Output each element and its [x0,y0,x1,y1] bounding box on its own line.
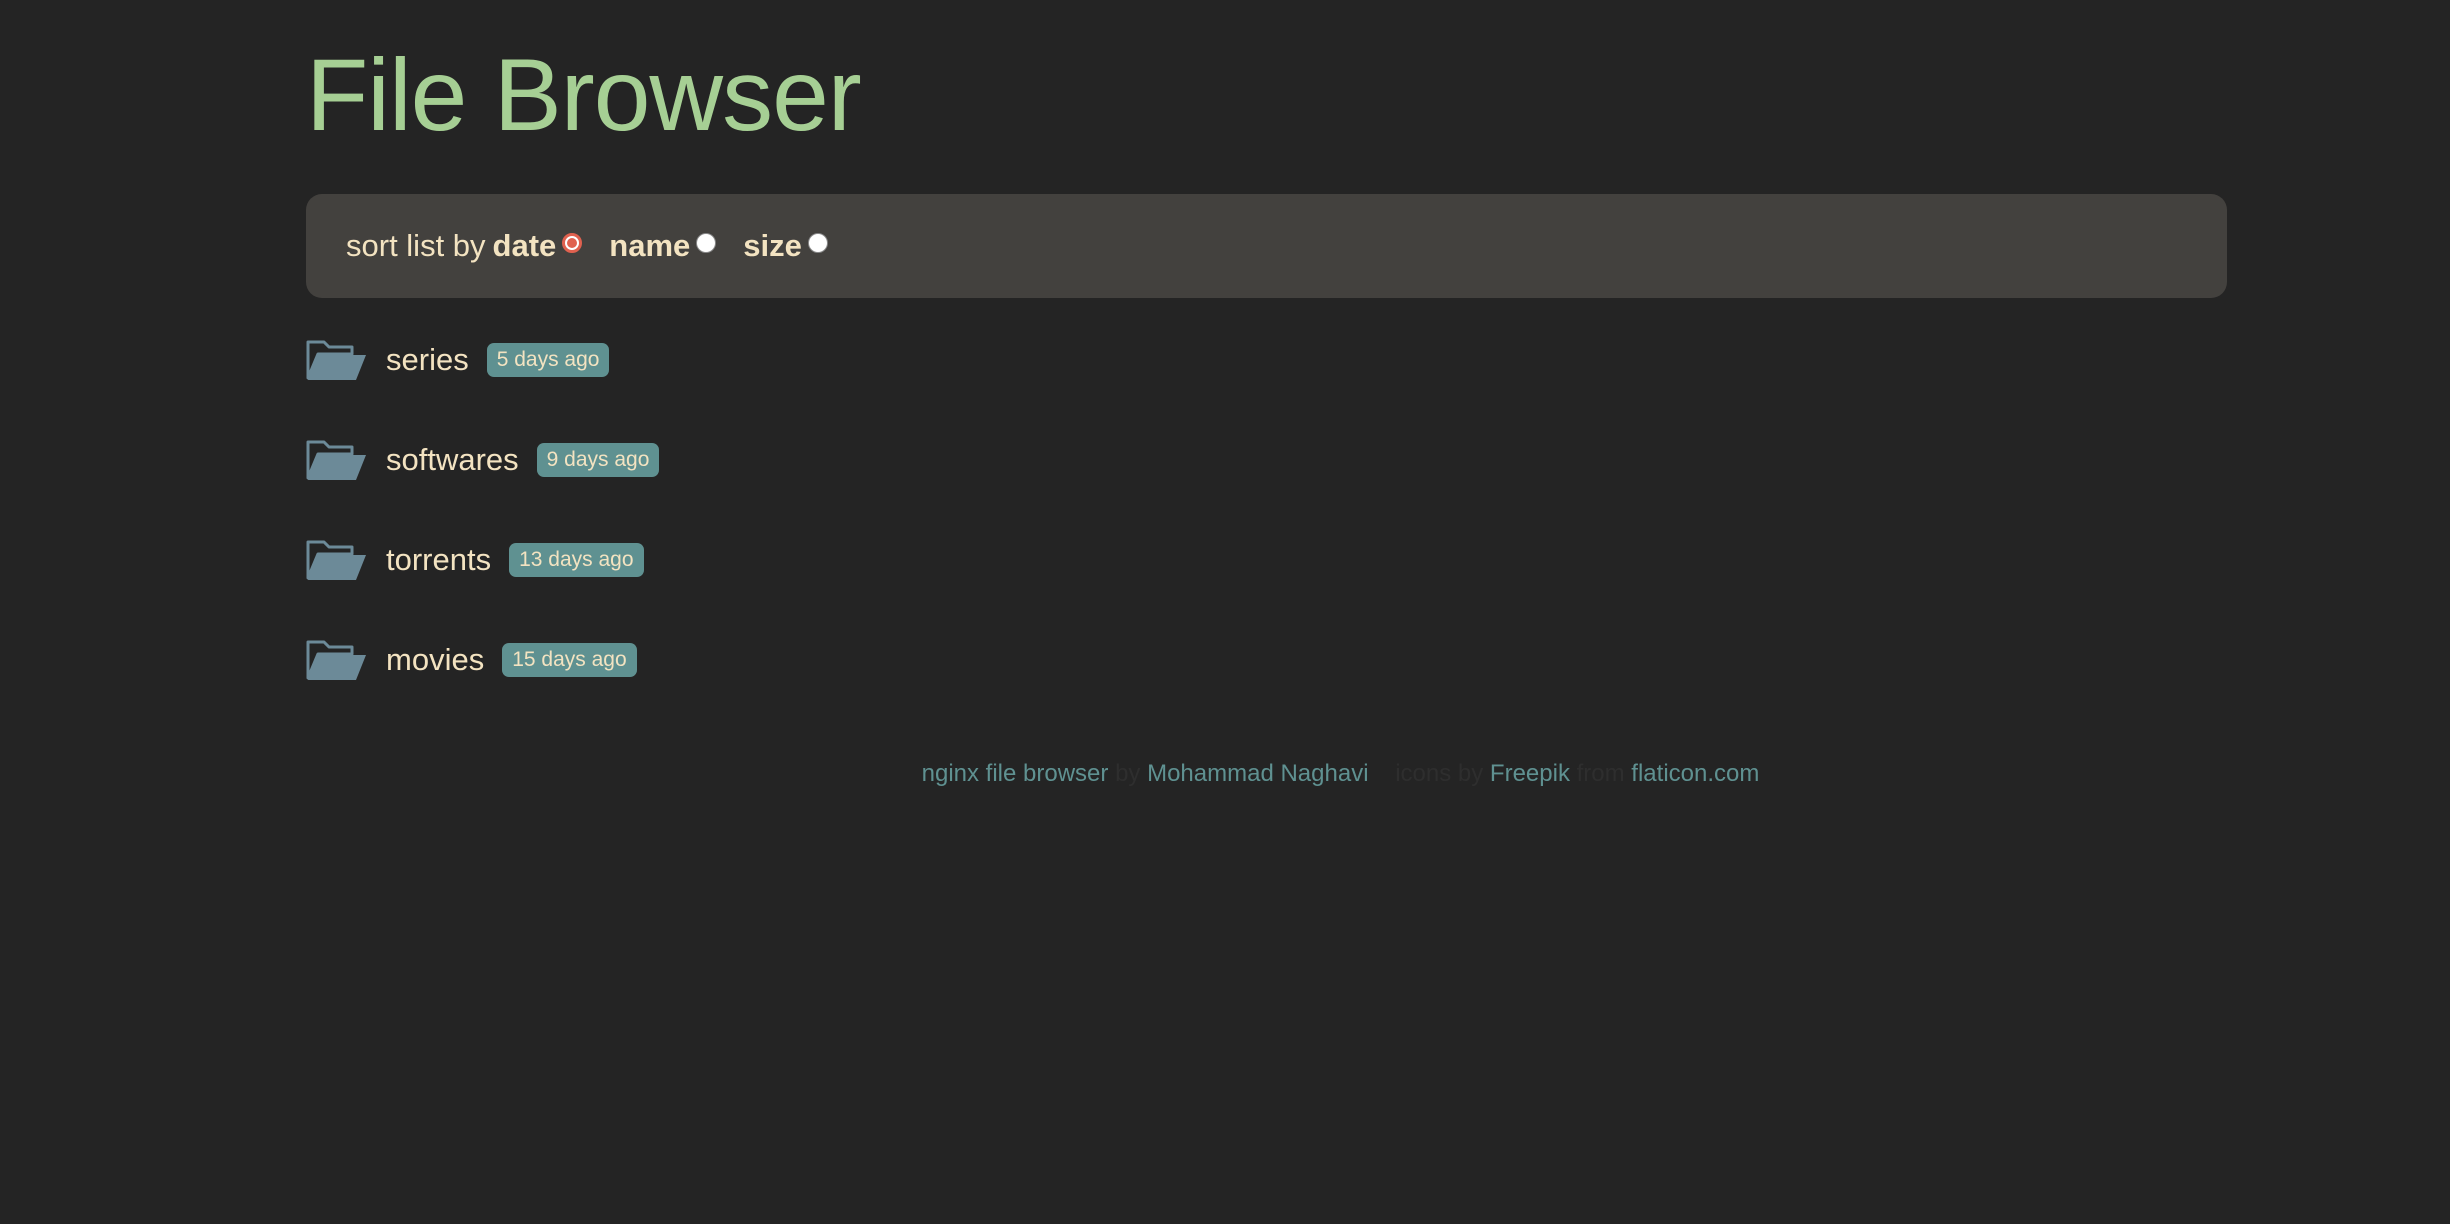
sort-option-label: size [743,228,802,263]
sort-option-label: date [492,228,557,263]
sort-option-size[interactable]: size [743,228,828,264]
list-item[interactable]: movies 15 days ago [306,636,659,684]
sort-bar: sort list by date name size [306,194,2227,298]
date-badge: 13 days ago [509,543,644,577]
flaticon-link[interactable]: flaticon.com [1631,760,1759,787]
sort-label: sort list by [346,228,486,263]
folder-name[interactable]: torrents [386,542,491,578]
date-badge: 9 days ago [536,443,660,477]
sort-option-name[interactable]: name [609,228,717,264]
list-item[interactable]: series 5 days ago [306,336,659,384]
folder-icon [306,540,366,580]
file-list: series 5 days ago softwares 9 days ago t… [306,336,660,736]
sort-option-date[interactable]: date [493,228,583,264]
sort-option-label: name [609,228,691,263]
date-badge: 5 days ago [486,343,610,377]
footer-icons-text: icons by [1395,760,1484,787]
page-title: File Browser [306,38,862,152]
date-badge: 15 days ago [502,643,637,677]
folder-name[interactable]: softwares [386,442,519,478]
sort-name-radio[interactable] [696,233,717,253]
author-link[interactable]: Mohammad Naghavi [1147,760,1368,787]
freepik-link[interactable]: Freepik [1490,760,1570,787]
footer-from-text: from [1576,760,1625,787]
folder-icon [306,340,366,380]
sort-size-radio[interactable] [807,233,828,253]
project-link[interactable]: nginx file browser [922,760,1109,787]
footer-by-text: by [1115,760,1141,787]
footer: nginx file browser by Mohammad Naghavi i… [306,760,2227,788]
folder-name[interactable]: movies [386,642,484,678]
sort-date-radio[interactable] [562,233,583,253]
folder-name[interactable]: series [386,342,469,378]
list-item[interactable]: softwares 9 days ago [306,436,660,484]
list-item[interactable]: torrents 13 days ago [306,536,659,584]
folder-icon [306,440,366,480]
folder-icon [306,640,366,680]
